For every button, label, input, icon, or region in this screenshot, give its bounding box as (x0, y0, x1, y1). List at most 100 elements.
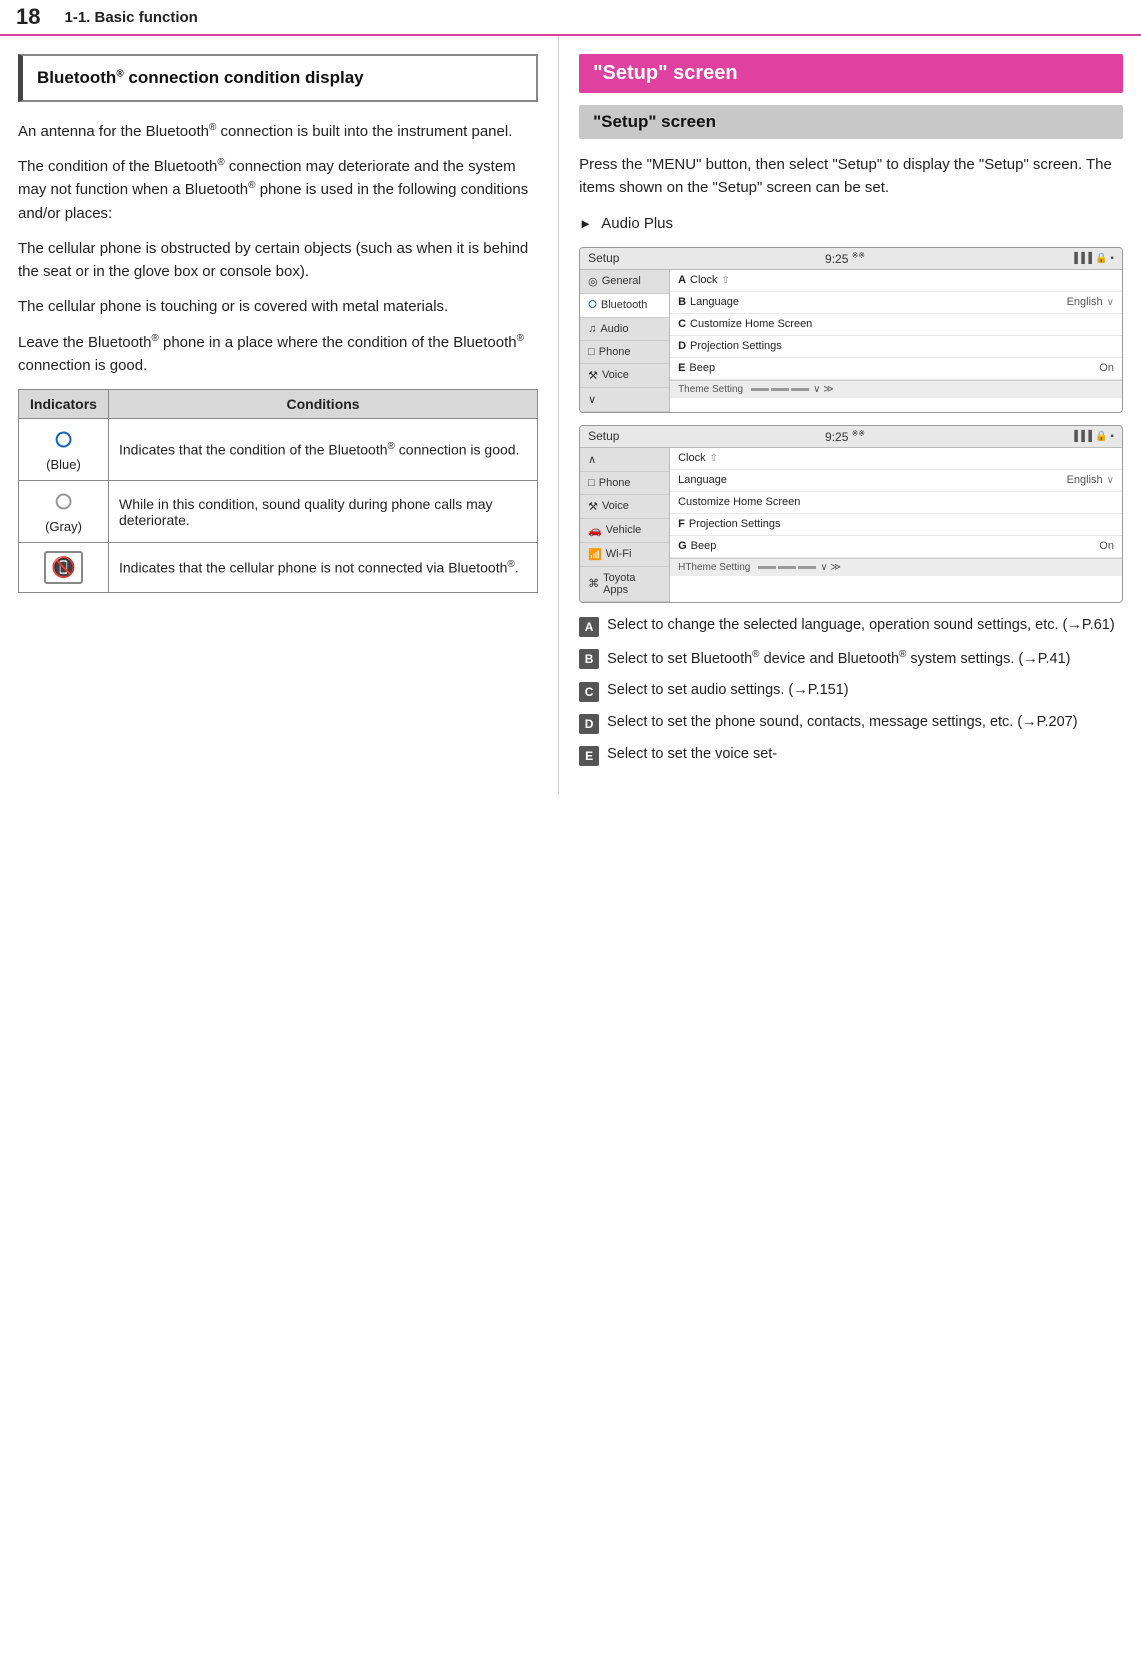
sidebar2-scroll-up[interactable]: ∧ (580, 448, 669, 472)
screen2-row-language: Language English ∨ (670, 470, 1122, 492)
row-chevron-B: ∨ (1107, 297, 1114, 308)
theme-lines-1 (751, 388, 809, 391)
triangle-icon: ► (579, 214, 592, 234)
theme-lines-2 (758, 566, 816, 569)
badge-D: D (579, 714, 599, 734)
table-header-indicators: Indicators (19, 390, 109, 419)
screen-sidebar-2: ∧ □ Phone ⚒ Voice 🚗 Vehicle 📶 Wi-Fi (580, 448, 670, 602)
theme-chevrons-2: ∨ ≫ (820, 562, 841, 573)
screen2-row-clock: Clock ⇧ (670, 448, 1122, 470)
setup-title-text: "Setup" screen (593, 62, 738, 84)
phone-icon: □ (588, 346, 595, 358)
signal-icon-2: ▐▐▐ (1071, 431, 1092, 442)
voice-icon-2: ⚒ (588, 500, 598, 513)
sidebar2-wifi: 📶 Wi-Fi (580, 543, 669, 567)
row-chevron-A: ⇧ (722, 275, 730, 286)
content-wrapper: Bluetooth® connection condition display … (0, 36, 1141, 794)
lettered-item-B: B Select to set Bluetooth® device and Bl… (579, 647, 1123, 671)
right-intro-text: Press the "MENU" button, then select "Se… (579, 153, 1123, 200)
condition-blue: Indicates that the condition of the Blue… (109, 419, 538, 481)
badge-B: B (579, 649, 599, 669)
row2-value-english: English (1067, 474, 1103, 486)
section-heading: Bluetooth® connection condition display (37, 66, 522, 90)
screen-time-1: 9:25 ※※ (825, 251, 865, 266)
vehicle-icon: 🚗 (588, 524, 602, 537)
wifi-icon: 📶 (588, 548, 602, 561)
sidebar-bluetooth: ⭘ Bluetooth (580, 294, 669, 318)
theme-setting-label-2: Theme Setting (685, 562, 750, 573)
lettered-item-A: A Select to change the selected language… (579, 615, 1123, 637)
screen2-row-F: F Projection Settings (670, 514, 1122, 536)
section-heading-box: Bluetooth® connection condition display (18, 54, 538, 102)
row-value-english: English (1067, 296, 1103, 308)
screen-mockup-1: Setup 9:25 ※※ ▐▐▐ 🔒 ▪ ◎ General ⭘ Blueto… (579, 247, 1123, 413)
screen-app-label-1: Setup (588, 251, 619, 265)
bluetooth-gray-icon: ⭘︎ (29, 489, 98, 515)
lock-icon: 🔒 (1095, 253, 1107, 264)
table-row: ⭘︎ (Blue) Indicates that the condition o… (19, 419, 538, 481)
row2-label-clock: Clock (678, 452, 706, 464)
condition-gray: While in this condition, sound quality d… (109, 481, 538, 543)
row2-label-customize: Customize Home Screen (678, 496, 800, 508)
row2-letter-H: H (678, 562, 685, 573)
condition-nophone: Indicates that the cellular phone is not… (109, 543, 538, 593)
screen-row-D: D Projection Settings (670, 336, 1122, 358)
theme-line-6 (798, 566, 816, 569)
setup-subtitle-text: "Setup" screen (593, 112, 716, 131)
page-header: 18 1-1. Basic function (0, 0, 1141, 36)
paragraph-1: An antenna for the Bluetooth® connection… (18, 120, 538, 143)
theme-line-5 (778, 566, 796, 569)
table-row: ⭘︎ (Gray) While in this condition, sound… (19, 481, 538, 543)
screen-row-A: A Clock ⇧ (670, 270, 1122, 292)
screen-main-2: Clock ⇧ Language English ∨ Customize Hom… (670, 448, 1122, 602)
indicator-nophone-cell: 📵 (19, 543, 109, 593)
row-label-clock: Clock (690, 274, 718, 286)
sidebar-audio: ♫ Audio (580, 318, 669, 341)
row2-value-on: On (1099, 540, 1114, 552)
row-letter-B: B (678, 296, 686, 308)
sidebar2-phone: □ Phone (580, 472, 669, 495)
row-label-language: Language (690, 296, 739, 308)
paragraph-5: Leave the Bluetooth® phone in a place wh… (18, 331, 538, 378)
screen-sidebar-1: ◎ General ⭘ Bluetooth ♫ Audio □ Phone ⚒ … (580, 270, 670, 412)
screen2-row-customize: Customize Home Screen (670, 492, 1122, 514)
row2-letter-F: F (678, 518, 685, 530)
chevron-down-icon: ∨ (588, 393, 596, 406)
sidebar2-voice: ⚒ Voice (580, 495, 669, 519)
row-label-projection: Projection Settings (690, 340, 782, 352)
no-phone-icon: 📵 (44, 551, 83, 584)
setup-title-bar: "Setup" screen (579, 54, 1123, 93)
sidebar-scroll-down[interactable]: ∨ (580, 388, 669, 412)
chevron-up-icon: ∧ (588, 453, 596, 466)
item-D-text: Select to set the phone sound, contacts,… (607, 712, 1077, 734)
theme-setting-label-1: Theme Setting (678, 384, 743, 395)
audio-plus-bullet: ► Audio Plus (579, 212, 1123, 235)
setup-subtitle-bar: "Setup" screen (579, 105, 1123, 139)
screen-header-1: Setup 9:25 ※※ ▐▐▐ 🔒 ▪ (580, 248, 1122, 270)
row2-label-projection: Projection Settings (689, 518, 781, 530)
screen-mockup-2: Setup 9:25 ※※ ▐▐▐ 🔒 ▪ ∧ □ Phone (579, 425, 1123, 603)
screen-body-1: ◎ General ⭘ Bluetooth ♫ Audio □ Phone ⚒ … (580, 270, 1122, 412)
theme-line-4 (758, 566, 776, 569)
badge-E: E (579, 746, 599, 766)
bluetooth-blue-icon: ⭘︎ (29, 427, 98, 453)
item-E-text: Select to set the voice set- (607, 744, 777, 766)
item-A-text: Select to change the selected language, … (607, 615, 1115, 637)
item-C-text: Select to set audio settings. (→P.151) (607, 680, 849, 702)
sidebar-voice: ⚒ Voice (580, 364, 669, 388)
phone-icon-2: □ (588, 477, 595, 489)
screen-status-icons-1: ▐▐▐ 🔒 ▪ (1071, 253, 1114, 264)
indicator-blue-cell: ⭘︎ (Blue) (19, 419, 109, 481)
screen-body-2: ∧ □ Phone ⚒ Voice 🚗 Vehicle 📶 Wi-Fi (580, 448, 1122, 602)
toyota-icon: ⌘ (588, 577, 599, 590)
sidebar2-toyota: ⌘ Toyota Apps (580, 567, 669, 602)
icon-label-blue: (Blue) (29, 457, 98, 472)
voice-icon: ⚒ (588, 369, 598, 382)
row-letter-D: D (678, 340, 686, 352)
screen-time-2: 9:25 ※※ (825, 429, 865, 444)
theme-line-2 (771, 388, 789, 391)
screen-row-B: B Language English ∨ (670, 292, 1122, 314)
lettered-item-E: E Select to set the voice set- (579, 744, 1123, 766)
paragraph-2: The condition of the Bluetooth® connecti… (18, 155, 538, 225)
screen-row-E: E Beep On (670, 358, 1122, 380)
